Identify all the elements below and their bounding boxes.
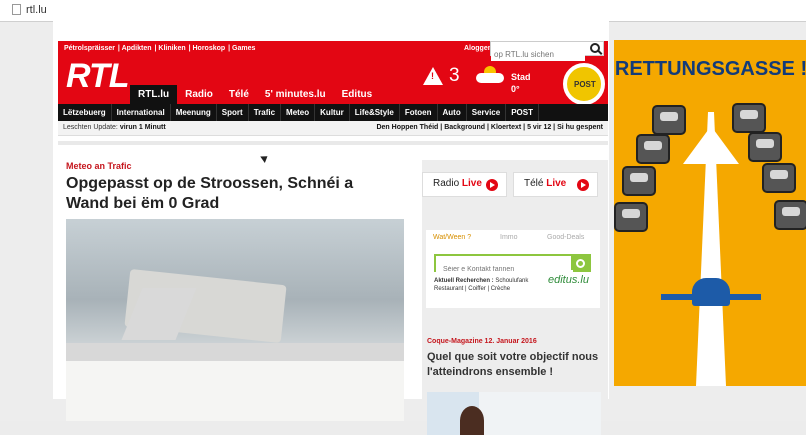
breaking-link-3[interactable]: Kloertext — [491, 124, 521, 131]
arrow-up-icon — [683, 126, 739, 164]
breaking-link-5[interactable]: Si hu gespent — [557, 124, 603, 131]
address-text[interactable]: rtl.lu — [26, 4, 47, 16]
top-link-pharmacies[interactable]: Apdikten — [122, 45, 152, 52]
tab-editus[interactable]: Editus — [334, 85, 381, 104]
top-link-clinics[interactable]: Kliniken — [158, 45, 185, 52]
car-icon — [774, 200, 806, 230]
weather-icon — [476, 66, 506, 84]
car-icon — [732, 103, 766, 133]
last-update: Leschten Update: virun 1 Minutt — [63, 124, 166, 131]
search-icon[interactable] — [571, 256, 589, 270]
nav-lifestyle[interactable]: Life&Style — [350, 104, 400, 121]
top-link-fuel[interactable]: Pétrolspräisser — [64, 45, 115, 52]
car-icon — [748, 132, 782, 162]
breaking-link-4[interactable]: 5 vir 12 — [527, 124, 551, 131]
nav-auto[interactable]: Auto — [438, 104, 467, 121]
nav-service[interactable]: Service — [467, 104, 507, 121]
breaking-links: Den Hoppen Théid | Background | Kloertex… — [376, 124, 603, 131]
nav-international[interactable]: International — [112, 104, 171, 121]
car-icon — [614, 202, 648, 232]
tab-immo[interactable]: Immo — [500, 234, 518, 241]
page-icon — [12, 4, 21, 15]
tab-watween[interactable]: Wat/Ween ? — [433, 234, 471, 241]
nav-kultur[interactable]: Kultur — [315, 104, 350, 121]
play-icon — [577, 179, 589, 191]
nav-meteo[interactable]: Meteo — [281, 104, 316, 121]
editus-logo[interactable]: editus.lu — [548, 274, 589, 286]
play-icon — [486, 179, 498, 191]
article-kicker[interactable]: Meteo an Trafic — [66, 161, 132, 171]
main-navigation: Lëtzebuerg International Meenung Sport T… — [58, 104, 608, 121]
ad-title: RETTUNGSGASSE ! — [614, 58, 806, 80]
article-title[interactable]: Opgepasst op de Stroossen, Schnéi a Wand… — [66, 174, 399, 214]
car-icon — [762, 163, 796, 193]
contact-search[interactable] — [434, 254, 591, 277]
status-bar: Leschten Update: virun 1 Minutt Den Hopp… — [58, 121, 608, 136]
top-link-horoscope[interactable]: Horoskop — [192, 45, 225, 52]
directory-tabs: Wat/Ween ? Immo Good-Deals — [426, 230, 600, 247]
car-icon — [652, 105, 686, 135]
radio-live-button[interactable]: Radio Live — [422, 172, 507, 197]
tab-radio[interactable]: Radio — [177, 85, 221, 104]
site-search-input[interactable] — [491, 48, 585, 61]
warning-triangle-icon[interactable] — [423, 67, 443, 85]
car-icon — [622, 166, 656, 196]
tab-tele[interactable]: Télé — [221, 85, 257, 104]
coque-image[interactable] — [427, 392, 601, 435]
breaking-link-1[interactable]: Den Hoppen Théid — [376, 124, 438, 131]
login-link[interactable]: Aloggen — [464, 45, 492, 52]
temperature: 0° — [511, 84, 520, 94]
article-photo[interactable] — [66, 219, 404, 421]
nav-meenung[interactable]: Meenung — [171, 104, 217, 121]
ad-banner[interactable]: RETTUNGSGASSE ! — [614, 40, 806, 386]
top-links: Pétrolspräisser | Apdikten | Kliniken | … — [64, 45, 256, 52]
nav-fotoen[interactable]: Fotoen — [400, 104, 438, 121]
nav-post[interactable]: POST — [506, 104, 539, 121]
nav-sport[interactable]: Sport — [217, 104, 249, 121]
nav-letzebuerg[interactable]: Lëtzebuerg — [58, 104, 112, 121]
breaking-link-2[interactable]: Background — [444, 124, 485, 131]
blue-light-icon — [661, 278, 761, 306]
coque-title[interactable]: Quel que soit votre objectif nous l'atte… — [427, 350, 601, 380]
warning-count: 3 — [449, 65, 460, 86]
channel-tabs: RTL.lu Radio Télé 5' minutes.lu Editus — [130, 85, 380, 104]
top-link-games[interactable]: Games — [232, 45, 255, 52]
weather-city: Stad 0° — [511, 72, 531, 94]
tab-good-deals[interactable]: Good-Deals — [547, 234, 584, 241]
tele-live-button[interactable]: Télé Live — [513, 172, 598, 197]
tab-rtl[interactable]: RTL.lu — [130, 85, 178, 104]
car-icon — [636, 134, 670, 164]
recent-searches: Aktuell Recherchen : Schoulufank Restaur… — [434, 278, 529, 292]
main-content: Meteo an Trafic Opgepasst op de Stroosse… — [58, 145, 608, 435]
sidebar: Radio Live Télé Live Wat/Ween ? Immo Goo… — [422, 160, 608, 435]
site-search[interactable] — [490, 41, 604, 61]
coque-date[interactable]: Coque-Magazine 12. Januar 2016 — [427, 338, 537, 345]
post-logo[interactable]: POST — [563, 63, 605, 105]
search-icon[interactable] — [590, 43, 600, 53]
tab-minutes[interactable]: 5' minutes.lu — [257, 85, 334, 104]
directory-widget: Wat/Ween ? Immo Good-Deals Aktuell Reche… — [426, 230, 600, 308]
nav-trafic[interactable]: Trafic — [249, 104, 282, 121]
rtl-logo[interactable]: RTL — [66, 57, 129, 96]
